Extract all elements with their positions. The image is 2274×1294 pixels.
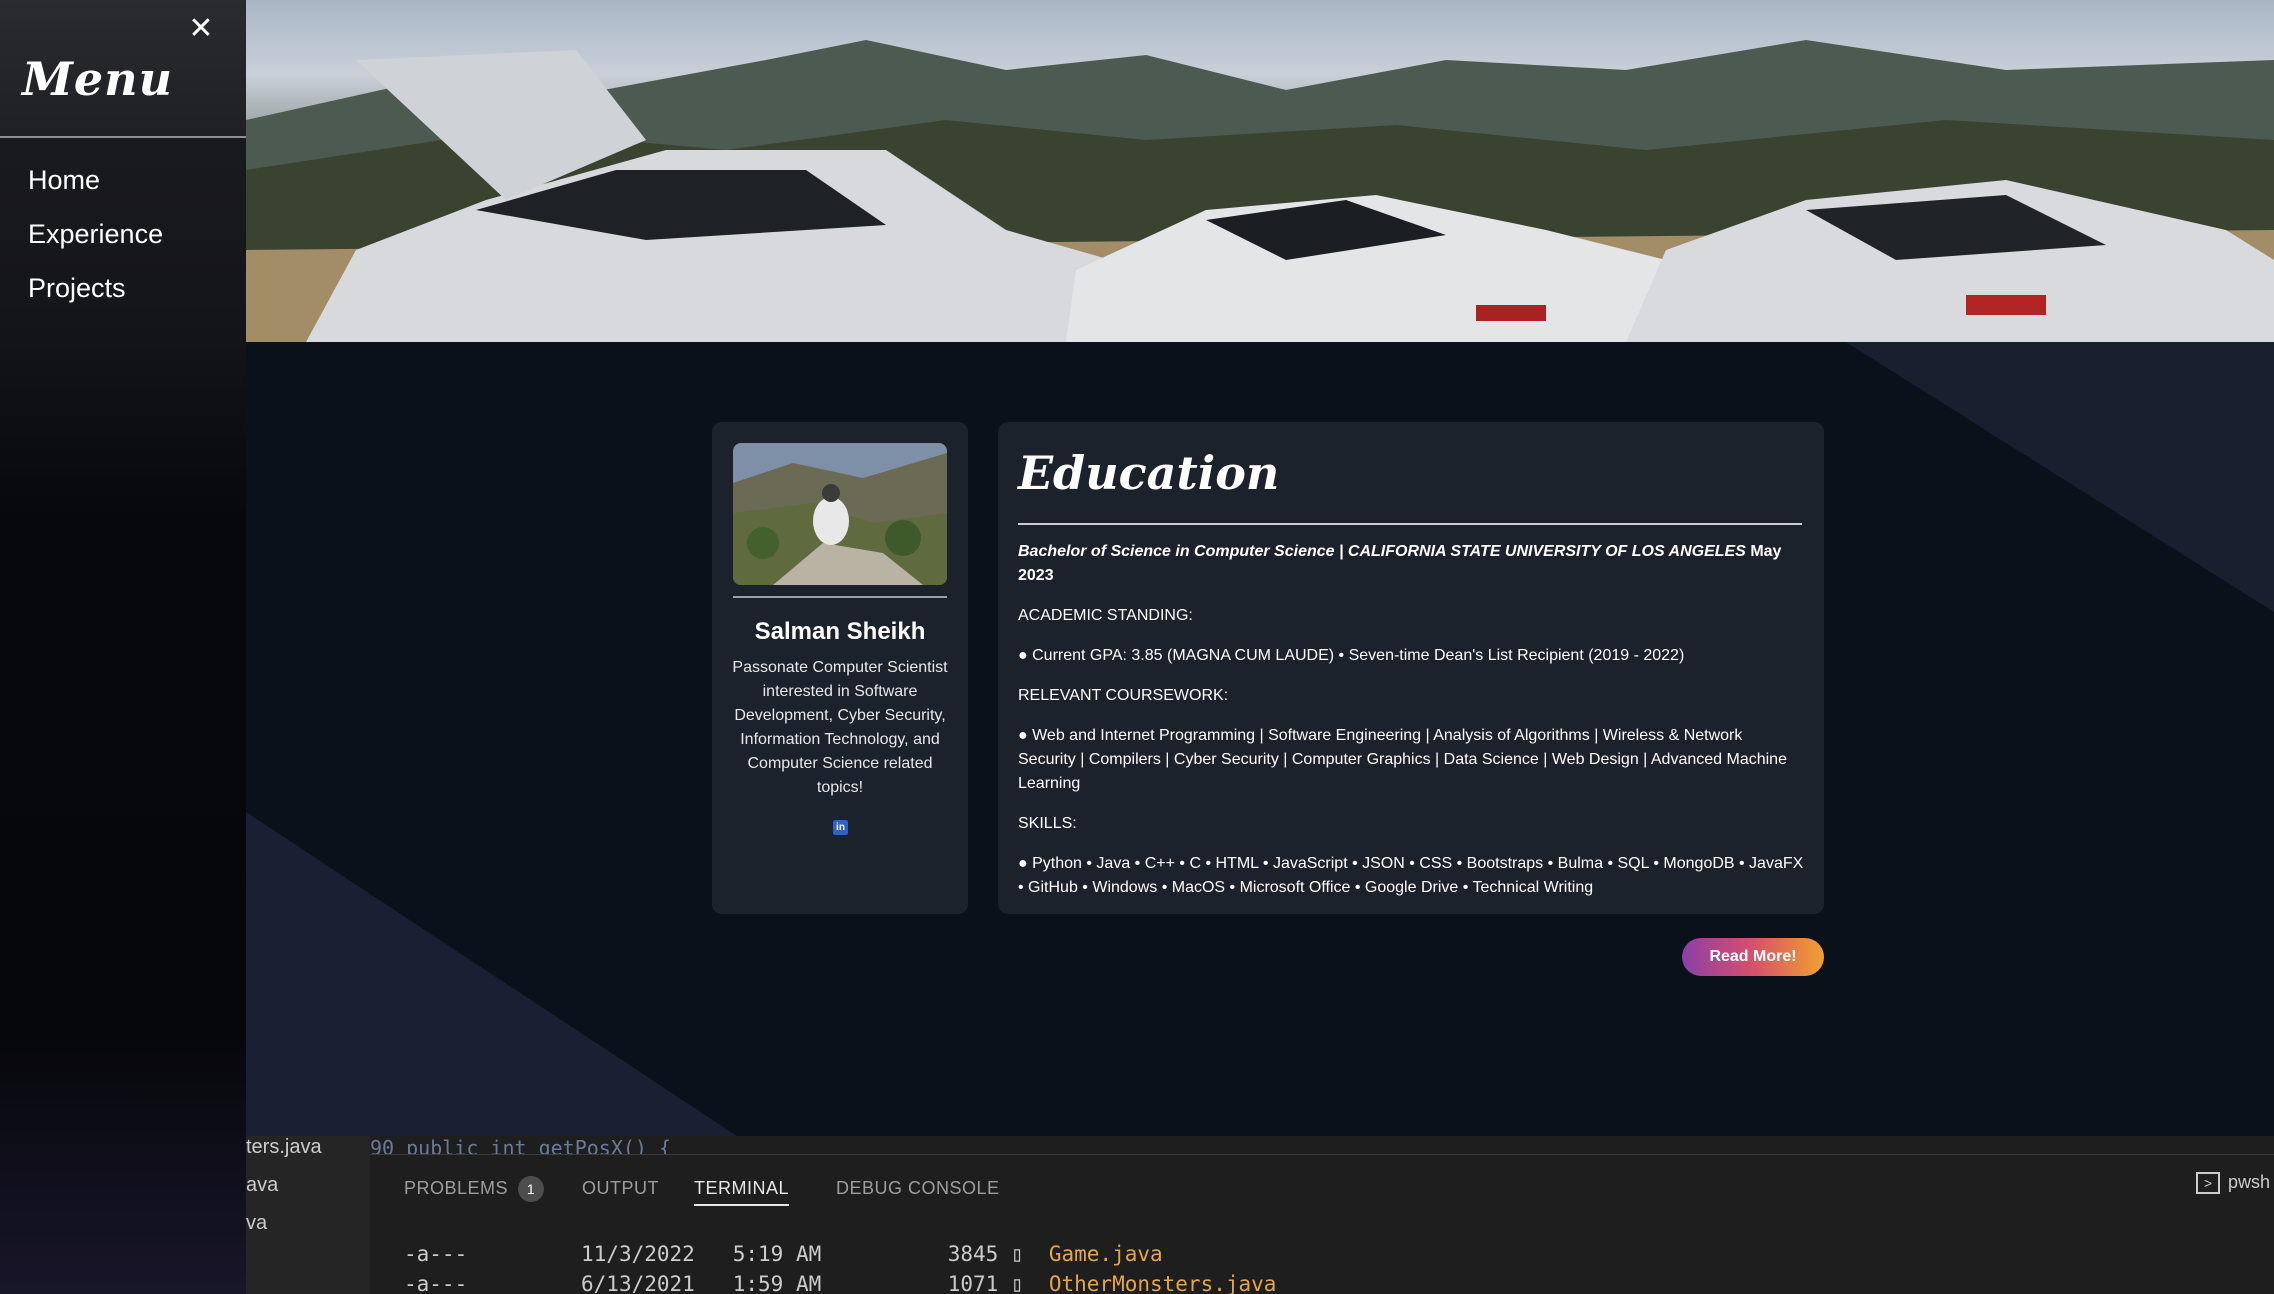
explorer-file[interactable]: va bbox=[246, 1212, 267, 1235]
terminal-row: -a--- 11/3/2022 5:19 AM 3845 ▯ Game.java bbox=[404, 1242, 1163, 1266]
menu-title: Menu bbox=[22, 52, 174, 106]
tab-terminal[interactable]: TERMINAL bbox=[694, 1172, 790, 1206]
hero-banner-image bbox=[246, 0, 2274, 342]
side-menu: ✕ Menu Home Experience Projects bbox=[0, 0, 246, 1294]
shell-name: pwsh bbox=[2228, 1172, 2271, 1192]
terminal-row: -a--- 6/13/2021 1:59 AM 1071 ▯ OtherMons… bbox=[404, 1272, 1277, 1294]
education-title: Education bbox=[1018, 446, 1280, 500]
side-nav: Home Experience Projects bbox=[0, 158, 246, 320]
profile-name: Salman Sheikh bbox=[754, 618, 926, 645]
file-size: 1071 bbox=[947, 1272, 999, 1294]
education-divider bbox=[1018, 523, 1802, 525]
skills-text: ● Python • Java • C++ • C • HTML • JavaS… bbox=[1018, 855, 1804, 896]
file-size: 3845 bbox=[947, 1242, 999, 1266]
file-name: OtherMonsters.java bbox=[1048, 1272, 1277, 1294]
profile-card: Salman Sheikh Passonate Computer Scienti… bbox=[712, 422, 968, 914]
standing-text: ● Current GPA: 3.85 (MAGNA CUM LAUDE) • … bbox=[1018, 647, 1685, 664]
education-card: Education Bachelor of Science in Compute… bbox=[998, 422, 1824, 914]
terminal-icon: > bbox=[2196, 1172, 2220, 1194]
problems-count-badge: 1 bbox=[518, 1176, 545, 1202]
coursework-text: ● Web and Internet Programming | Softwar… bbox=[1018, 727, 1787, 792]
file-date: 6/13/2021 bbox=[581, 1272, 695, 1294]
tab-problems[interactable]: PROBLEMS 1 bbox=[404, 1172, 545, 1204]
standing-label: ACADEMIC STANDING: bbox=[1018, 607, 1193, 624]
profile-photo bbox=[733, 443, 947, 585]
code-line: 90 public int getPosX() { bbox=[370, 1136, 2274, 1155]
nav-home[interactable]: Home bbox=[0, 158, 246, 212]
read-more-button[interactable]: Read More! bbox=[1682, 938, 1824, 976]
file-time: 1:59 AM bbox=[732, 1272, 822, 1294]
close-icon[interactable]: ✕ bbox=[186, 14, 216, 44]
file-date: 11/3/2022 bbox=[581, 1242, 695, 1266]
skills-label: SKILLS: bbox=[1018, 815, 1077, 832]
terminal-shell-selector[interactable]: > pwsh bbox=[2196, 1172, 2270, 1194]
side-menu-header: ✕ Menu bbox=[0, 0, 246, 138]
nav-projects[interactable]: Projects bbox=[0, 266, 246, 320]
explorer-file[interactable]: ters.java bbox=[246, 1136, 322, 1159]
file-name: Game.java bbox=[1048, 1242, 1163, 1266]
coursework-label: RELEVANT COURSEWORK: bbox=[1018, 687, 1229, 704]
profile-divider bbox=[733, 596, 947, 598]
explorer-file[interactable]: ava bbox=[246, 1174, 278, 1197]
file-mode: -a--- bbox=[404, 1242, 468, 1266]
vscode-window: ters.java ava va 90 public int getPosX()… bbox=[246, 1136, 2274, 1294]
tab-debug-console[interactable]: DEBUG CONSOLE bbox=[836, 1172, 1000, 1204]
tab-output[interactable]: OUTPUT bbox=[582, 1172, 659, 1204]
profile-bio: Passonate Computer Scientist interested … bbox=[732, 659, 948, 796]
file-time: 5:19 AM bbox=[732, 1242, 822, 1266]
file-explorer: ters.java ava va bbox=[246, 1136, 370, 1294]
file-mode: -a--- bbox=[404, 1272, 468, 1294]
tab-problems-label: PROBLEMS bbox=[404, 1178, 509, 1198]
education-body: Bachelor of Science in Computer Science … bbox=[1018, 540, 1804, 916]
bottom-panel: PROBLEMS 1 OUTPUT TERMINAL DEBUG CONSOLE … bbox=[370, 1156, 2274, 1294]
degree-line: Bachelor of Science in Computer Science … bbox=[1018, 543, 1746, 560]
nav-experience[interactable]: Experience bbox=[0, 212, 246, 266]
linkedin-icon[interactable]: in bbox=[833, 820, 848, 835]
